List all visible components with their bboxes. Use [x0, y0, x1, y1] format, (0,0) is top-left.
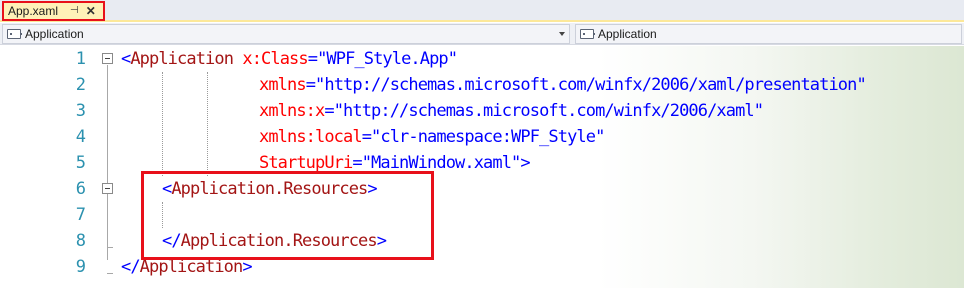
code-line: <Application x:Class="WPF_Style.App": [121, 49, 458, 69]
annotation-highlight-box: [141, 171, 434, 260]
pin-icon[interactable]: ⊣: [70, 6, 79, 16]
class-icon: [7, 29, 22, 39]
type-dropdown[interactable]: Application: [2, 24, 570, 44]
tab-label: App.xaml: [8, 4, 59, 18]
navigation-bar: Application Application: [0, 23, 964, 45]
type-dropdown-value: Application: [25, 27, 84, 41]
close-icon[interactable]: ✕: [86, 5, 96, 17]
document-tab-strip: App.xaml ⊣ ✕: [0, 0, 964, 22]
code-line: xmlns:x="http://schemas.microsoft.com/wi…: [259, 101, 764, 121]
code-editor[interactable]: 1 2 3 4 5 6 7 8 9 <Application x:Class="…: [0, 46, 964, 288]
chevron-down-icon[interactable]: [559, 32, 565, 36]
member-dropdown-value: Application: [598, 27, 657, 41]
code-line: xmlns:local="clr-namespace:WPF_Style": [259, 127, 605, 147]
member-dropdown[interactable]: Application: [575, 24, 962, 44]
class-icon: [580, 29, 595, 39]
code-line: xmlns="http://schemas.microsoft.com/winf…: [259, 75, 867, 95]
tab-app-xaml[interactable]: App.xaml ⊣ ✕: [2, 1, 105, 21]
